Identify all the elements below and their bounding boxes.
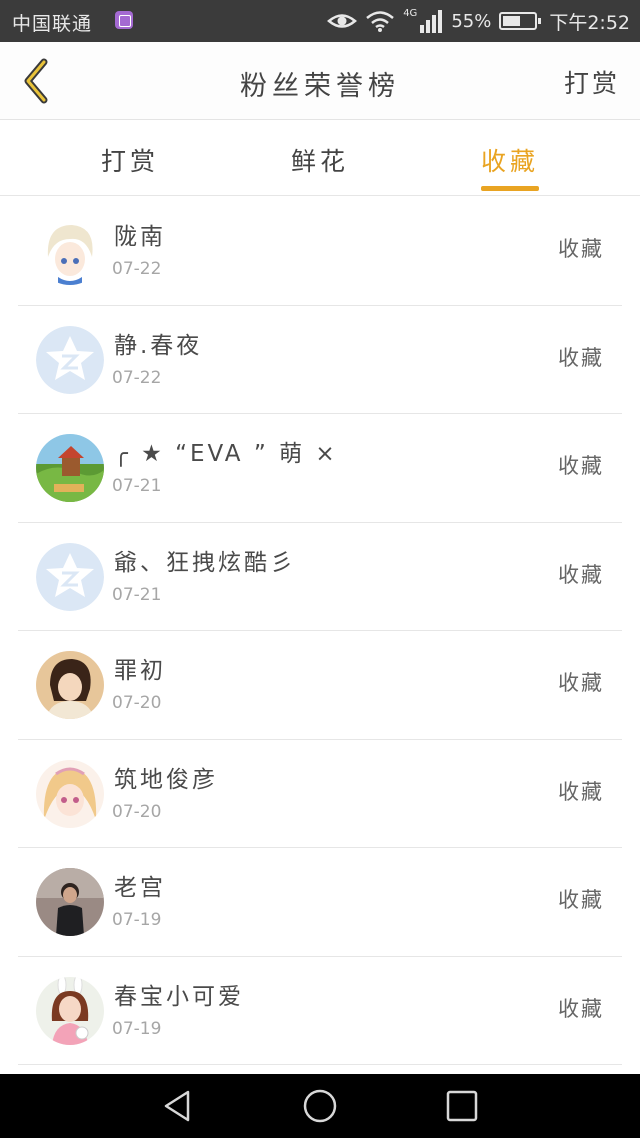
avatar[interactable] (36, 759, 104, 828)
wifi-icon (366, 11, 394, 32)
signal-icon (420, 10, 443, 33)
nav-home-icon[interactable] (302, 1088, 338, 1124)
date-label: 07-19 (112, 1018, 162, 1039)
system-nav-bar (0, 1074, 640, 1138)
list-item[interactable]: ╭ ★ “EVA ” 萌 × 07-21 收藏 (0, 414, 640, 523)
eye-icon (327, 14, 358, 28)
reward-button[interactable]: 打赏 (564, 64, 620, 100)
gallery-notification-icon (115, 11, 133, 29)
favorite-type-label: 收藏 (558, 671, 604, 695)
avatar[interactable] (36, 325, 104, 394)
date-label: 07-21 (112, 476, 162, 496)
date-label: 07-20 (112, 693, 162, 713)
default-qq-avatar-image (36, 325, 104, 394)
tab-bar: 打赏 鲜花 收藏 (0, 120, 640, 196)
default-qq-avatar-image (36, 542, 104, 611)
landscape-avatar-image (36, 434, 104, 502)
user-name: 老宫 (114, 875, 166, 901)
page-title: 粉丝荣誉榜 (240, 71, 400, 102)
favorite-type-label: 收藏 (558, 454, 604, 478)
date-label: 07-22 (112, 367, 162, 388)
battery-fill (503, 16, 521, 26)
date-label: 07-19 (112, 910, 162, 930)
avatar[interactable] (36, 542, 104, 611)
date-label: 07-21 (112, 584, 162, 605)
favorite-type-label: 收藏 (558, 779, 604, 804)
favorite-type-label: 收藏 (558, 562, 604, 587)
girl-bunny-avatar-image (36, 976, 104, 1045)
list-item[interactable]: 静.春夜 07-22 收藏 (0, 306, 640, 415)
favorite-type-label: 收藏 (558, 345, 604, 370)
favorite-type-label: 收藏 (558, 996, 604, 1021)
nav-recents-icon[interactable] (444, 1088, 480, 1124)
avatar[interactable] (36, 651, 104, 719)
tab-flowers[interactable]: 鲜花 (250, 142, 390, 178)
list-item[interactable]: 爺、狂拽炫酷彡 07-21 收藏 (0, 523, 640, 632)
man-photo-avatar-image (36, 868, 104, 936)
status-indicators: 4G 55% 下午2:52 (327, 0, 630, 42)
avatar[interactable] (36, 868, 104, 936)
list-item[interactable]: 筑地俊彦 07-20 收藏 (0, 740, 640, 849)
user-name: 爺、狂拽炫酷彡 (114, 549, 296, 576)
date-label: 07-22 (112, 259, 162, 279)
list-item[interactable]: 罪初 07-20 收藏 (0, 631, 640, 740)
clock: 下午2:52 (549, 11, 630, 34)
user-name: 陇南 (114, 224, 166, 250)
avatar[interactable] (36, 434, 104, 502)
battery-icon (499, 12, 542, 30)
anime-boy-avatar-image (36, 217, 104, 285)
active-tab-indicator (481, 186, 539, 191)
status-bar: 中国联通 4G 55% 下午2:52 (0, 0, 640, 42)
list-item[interactable]: 老宫 07-19 收藏 (0, 848, 640, 957)
girl-photo-avatar-image (36, 651, 104, 719)
list-item[interactable]: 陇南 07-22 收藏 (0, 197, 640, 306)
user-name: 罪初 (114, 658, 166, 684)
tab-reward[interactable]: 打赏 (60, 142, 200, 178)
nav-back-icon[interactable] (160, 1088, 196, 1124)
avatar[interactable] (36, 976, 104, 1045)
favorite-type-label: 收藏 (558, 888, 604, 912)
anime-girl-avatar-image (36, 759, 104, 828)
list-item[interactable]: 春宝小可爱 07-19 收藏 (0, 957, 640, 1066)
user-name: 静.春夜 (114, 332, 203, 359)
favorite-type-label: 收藏 (558, 237, 604, 261)
user-name: 春宝小可爱 (114, 983, 244, 1010)
avatar[interactable] (36, 217, 104, 285)
battery-percent: 55% (451, 10, 492, 32)
user-name: 筑地俊彦 (114, 766, 218, 793)
app-header: 粉丝荣誉榜 打赏 (0, 42, 640, 120)
network-type: 4G (403, 7, 418, 19)
fan-list: 陇南 07-22 收藏 静.春夜 07-22 收藏 ╭ ★ “EVA ” 萌 ×… (0, 197, 640, 1065)
tab-favorites[interactable]: 收藏 (440, 142, 580, 178)
user-name: ╭ ★ “EVA ” 萌 × (114, 441, 338, 467)
carrier-name: 中国联通 (12, 13, 93, 35)
date-label: 07-20 (112, 801, 162, 822)
